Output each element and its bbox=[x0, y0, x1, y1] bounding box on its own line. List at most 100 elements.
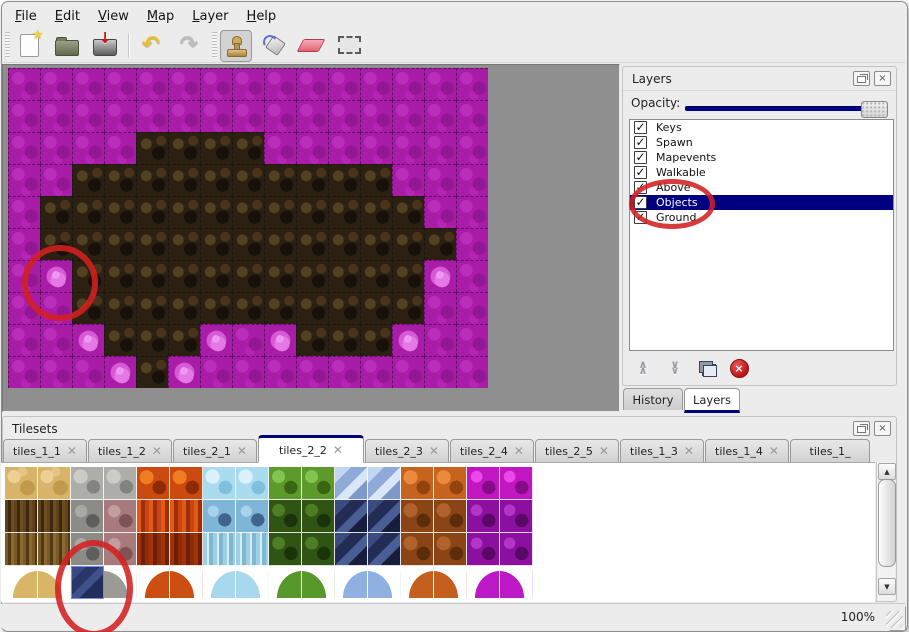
move-layer-down-button[interactable]: ∨∨ bbox=[663, 356, 687, 380]
map-tile-dark-rock-object[interactable] bbox=[200, 196, 232, 228]
map-tile-dark-rock-object[interactable] bbox=[200, 164, 232, 196]
map-tile-dark-rock-object[interactable] bbox=[360, 228, 392, 260]
layers-panel-close-button[interactable]: × bbox=[874, 71, 891, 86]
map-tile-dark-rock-object[interactable] bbox=[232, 292, 264, 324]
map-tile-magenta-ground[interactable] bbox=[424, 292, 456, 324]
map-tile-dark-rock-object[interactable] bbox=[392, 292, 424, 324]
tileset-tile[interactable] bbox=[500, 500, 533, 533]
map-tile-magenta-ground[interactable] bbox=[424, 68, 456, 100]
map-tile-magenta-ground[interactable] bbox=[360, 68, 392, 100]
layer-row-spawn[interactable]: ✓Spawn bbox=[630, 135, 893, 150]
map-tile-dark-rock-object[interactable] bbox=[264, 228, 296, 260]
map-tile-magenta-ground[interactable] bbox=[296, 132, 328, 164]
map-tile-pink-bush[interactable] bbox=[72, 324, 104, 356]
map-tile-magenta-ground[interactable] bbox=[72, 100, 104, 132]
opacity-slider[interactable] bbox=[685, 101, 888, 116]
tileset-tab-tiles_2_1[interactable]: tiles_2_1✕ bbox=[173, 439, 257, 463]
menu-item-layer[interactable]: Layer bbox=[183, 7, 237, 26]
map-tile-dark-rock-object[interactable] bbox=[392, 196, 424, 228]
tileset-tile[interactable] bbox=[170, 533, 203, 566]
map-tile-pink-bush[interactable] bbox=[424, 260, 456, 292]
tileset-tile[interactable] bbox=[203, 467, 236, 500]
map-tile-pink-bush[interactable] bbox=[200, 324, 232, 356]
map-tile-dark-rock-object[interactable] bbox=[232, 260, 264, 292]
layer-row-walkable[interactable]: ✓Walkable bbox=[630, 165, 893, 180]
map-tile-dark-rock-object[interactable] bbox=[424, 228, 456, 260]
map-tile-magenta-ground[interactable] bbox=[40, 164, 72, 196]
map-tile-pink-bush[interactable] bbox=[392, 324, 424, 356]
map-tile-dark-rock-object[interactable] bbox=[136, 164, 168, 196]
map-tile-magenta-ground[interactable] bbox=[296, 100, 328, 132]
map-tile-magenta-ground[interactable] bbox=[456, 292, 488, 324]
map-tile-dark-rock-object[interactable] bbox=[136, 292, 168, 324]
menu-item-file[interactable]: File bbox=[6, 7, 46, 26]
tileset-tile[interactable] bbox=[467, 533, 500, 566]
map-tile-magenta-ground[interactable] bbox=[8, 292, 40, 324]
map-tile-magenta-ground[interactable] bbox=[456, 196, 488, 228]
map-tile-dark-rock-object[interactable] bbox=[72, 196, 104, 228]
map-tile-dark-rock-object[interactable] bbox=[200, 132, 232, 164]
tileset-tile[interactable] bbox=[467, 467, 500, 500]
map-tile-magenta-ground[interactable] bbox=[456, 260, 488, 292]
map-tile-magenta-ground[interactable] bbox=[136, 68, 168, 100]
tileset-tile[interactable] bbox=[71, 533, 104, 566]
map-tile-magenta-ground[interactable] bbox=[8, 164, 40, 196]
map-tile-dark-rock-object[interactable] bbox=[200, 292, 232, 324]
open-button[interactable] bbox=[52, 30, 82, 60]
tileset-tile[interactable] bbox=[38, 566, 71, 599]
toolbar-grip[interactable] bbox=[5, 32, 10, 58]
map-tile-dark-rock-object[interactable] bbox=[360, 164, 392, 196]
map-tile-magenta-ground[interactable] bbox=[72, 132, 104, 164]
map-tile-dark-rock-object[interactable] bbox=[232, 132, 264, 164]
tileset-tile[interactable] bbox=[236, 467, 269, 500]
map-tile-magenta-ground[interactable] bbox=[328, 356, 360, 388]
stamp-tool-button[interactable] bbox=[220, 30, 252, 62]
map-tile-dark-rock-object[interactable] bbox=[104, 260, 136, 292]
map-tile-dark-rock-object[interactable] bbox=[136, 196, 168, 228]
tileset-tile[interactable] bbox=[5, 566, 38, 599]
map-tile-pink-bush[interactable] bbox=[40, 260, 72, 292]
tab-close-icon[interactable]: ✕ bbox=[684, 445, 694, 457]
layer-visibility-checkbox[interactable]: ✓ bbox=[634, 121, 647, 134]
map-tile-dark-rock-object[interactable] bbox=[360, 260, 392, 292]
map-tile-dark-rock-object[interactable] bbox=[136, 260, 168, 292]
tileset-tile[interactable] bbox=[71, 467, 104, 500]
map-tile-magenta-ground[interactable] bbox=[200, 68, 232, 100]
map-tile-dark-rock-object[interactable] bbox=[360, 196, 392, 228]
map-tile-dark-rock-object[interactable] bbox=[232, 228, 264, 260]
map-tile-magenta-ground[interactable] bbox=[232, 68, 264, 100]
tileset-tile[interactable] bbox=[467, 500, 500, 533]
map-tile-dark-rock-object[interactable] bbox=[72, 260, 104, 292]
tileset-tile[interactable] bbox=[434, 500, 467, 533]
tileset-scrollbar[interactable]: ▲ ▼ bbox=[876, 462, 895, 601]
map-tile-magenta-ground[interactable] bbox=[424, 164, 456, 196]
map-tile-dark-rock-object[interactable] bbox=[168, 260, 200, 292]
map-tile-dark-rock-object[interactable] bbox=[104, 228, 136, 260]
tab-close-icon[interactable]: ✕ bbox=[429, 445, 439, 457]
tileset-tab-tiles_1[interactable]: tiles_1_ bbox=[790, 439, 870, 463]
tileset-tile[interactable] bbox=[38, 533, 71, 566]
tileset-tile[interactable] bbox=[203, 500, 236, 533]
map-tile-dark-rock-object[interactable] bbox=[296, 292, 328, 324]
map-tile-dark-rock-object[interactable] bbox=[232, 196, 264, 228]
map-tile-dark-rock-object[interactable] bbox=[136, 324, 168, 356]
tileset-tile[interactable] bbox=[401, 500, 434, 533]
map-tile-dark-rock-object[interactable] bbox=[232, 164, 264, 196]
map-tile-pink-bush[interactable] bbox=[104, 356, 136, 388]
tab-close-icon[interactable]: ✕ bbox=[333, 444, 343, 456]
map-tile-dark-rock-object[interactable] bbox=[392, 260, 424, 292]
tileset-tile[interactable] bbox=[203, 533, 236, 566]
map-tile-magenta-ground[interactable] bbox=[392, 132, 424, 164]
layer-visibility-checkbox[interactable]: ✓ bbox=[634, 211, 647, 224]
map-tile-dark-rock-object[interactable] bbox=[168, 228, 200, 260]
map-tile-magenta-ground[interactable] bbox=[8, 324, 40, 356]
map-tile-magenta-ground[interactable] bbox=[264, 100, 296, 132]
map-tile-dark-rock-object[interactable] bbox=[168, 292, 200, 324]
map-tile-magenta-ground[interactable] bbox=[456, 324, 488, 356]
map-tile-magenta-ground[interactable] bbox=[456, 100, 488, 132]
map-tile-dark-rock-object[interactable] bbox=[136, 356, 168, 388]
map-tile-magenta-ground[interactable] bbox=[456, 68, 488, 100]
tileset-tile[interactable] bbox=[500, 533, 533, 566]
layer-visibility-checkbox[interactable]: ✓ bbox=[634, 151, 647, 164]
map-tile-dark-rock-object[interactable] bbox=[72, 292, 104, 324]
